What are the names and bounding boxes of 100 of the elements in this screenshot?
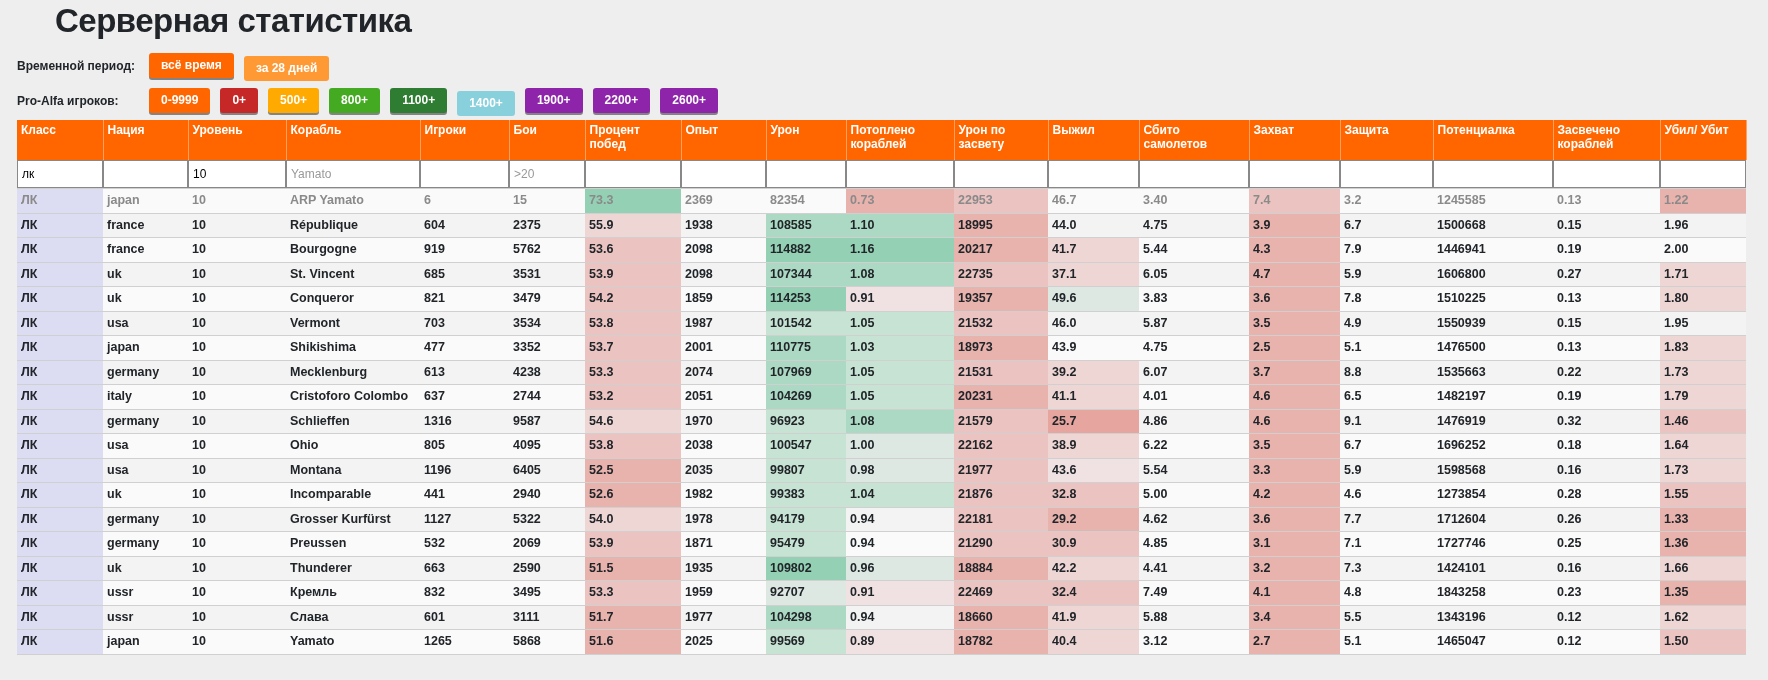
table-cell: 0.91 (846, 580, 954, 605)
table-cell: 6.07 (1139, 360, 1249, 385)
table-cell: 0.19 (1553, 237, 1660, 262)
table-cell: 0.98 (846, 458, 954, 483)
table-cell: Montana (286, 458, 420, 483)
table-cell: 0.94 (846, 507, 954, 532)
filter-button[interactable]: 1400+ (457, 91, 515, 116)
table-cell: 1.05 (846, 360, 954, 385)
table-cell: 685 (420, 262, 509, 287)
filter-input[interactable] (1660, 160, 1746, 188)
table-cell: 1.36 (1660, 531, 1746, 556)
table-cell: 1598568 (1433, 458, 1553, 483)
table-cell: 82354 (766, 188, 846, 213)
filter-input[interactable] (846, 160, 954, 188)
table-cell: 1696252 (1433, 433, 1553, 458)
column-header[interactable]: Нация (103, 120, 188, 160)
table-cell: 3111 (509, 605, 585, 630)
column-header[interactable]: Процент побед (585, 120, 681, 160)
filter-input[interactable] (1139, 160, 1249, 188)
filter-button[interactable]: 2600+ (660, 88, 718, 113)
column-header[interactable]: Защита (1340, 120, 1433, 160)
table-cell: 4.41 (1139, 556, 1249, 581)
filter-button[interactable]: 2200+ (592, 88, 651, 113)
table-cell: 8.8 (1340, 360, 1433, 385)
filter-input[interactable] (1048, 160, 1139, 188)
column-header[interactable]: Урон (766, 120, 846, 160)
table-cell: 73.3 (585, 188, 681, 213)
table-cell: uk (103, 482, 188, 507)
table-cell: 0.28 (1553, 482, 1660, 507)
table-cell: ЛК (17, 384, 103, 409)
column-header[interactable]: Убил/ Убит (1660, 120, 1746, 160)
table-cell: 51.6 (585, 629, 681, 654)
filter-input[interactable] (954, 160, 1048, 188)
table-cell: 53.9 (585, 531, 681, 556)
column-header[interactable]: Захват (1249, 120, 1340, 160)
filter-input[interactable] (103, 160, 188, 188)
filter-input[interactable]: Yamato (286, 160, 420, 188)
table-cell: 4.75 (1139, 213, 1249, 238)
table-cell: 10 (188, 335, 286, 360)
filter-button[interactable]: за 28 дней (243, 56, 330, 81)
table-cell: 0.73 (846, 188, 954, 213)
filter-input[interactable] (766, 160, 846, 188)
filter-input[interactable] (585, 160, 681, 188)
table-cell: 1.73 (1660, 458, 1746, 483)
table-cell: germany (103, 531, 188, 556)
filter-button[interactable]: 0-9999 (149, 88, 211, 113)
column-header[interactable]: Сбито самолетов (1139, 120, 1249, 160)
table-cell: 3.5 (1249, 311, 1340, 336)
table-cell: 10 (188, 360, 286, 385)
table-cell: ЛК (17, 311, 103, 336)
table-cell: 1843258 (1433, 580, 1553, 605)
table-cell: 2940 (509, 482, 585, 507)
filter-input[interactable]: 10 (188, 160, 286, 188)
table-cell: 2069 (509, 531, 585, 556)
table-cell: 96923 (766, 409, 846, 434)
table-cell: Preussen (286, 531, 420, 556)
filter-input[interactable] (1340, 160, 1433, 188)
filter-button[interactable]: 1100+ (390, 88, 448, 113)
filter-button[interactable]: 1900+ (524, 88, 583, 113)
filter-input[interactable] (1433, 160, 1553, 188)
table-cell: 10 (188, 531, 286, 556)
column-header[interactable]: Потоплено кораблей (846, 120, 954, 160)
table-cell: 22469 (954, 580, 1048, 605)
table-cell: 1273854 (1433, 482, 1553, 507)
table-cell: 1938 (681, 213, 766, 238)
column-header[interactable]: Уровень (188, 120, 286, 160)
column-header[interactable]: Опыт (681, 120, 766, 160)
filter-input[interactable] (1553, 160, 1660, 188)
column-header[interactable]: Урон по засвету (954, 120, 1048, 160)
table-cell: 100547 (766, 433, 846, 458)
filter-input[interactable] (681, 160, 766, 188)
table-cell: Incomparable (286, 482, 420, 507)
column-header[interactable]: Класс (17, 120, 103, 160)
table-cell: 10 (188, 458, 286, 483)
table-cell: 3.40 (1139, 188, 1249, 213)
table-cell: 41.1 (1048, 384, 1139, 409)
column-header[interactable]: Засвечено кораблей (1553, 120, 1660, 160)
table-cell: 10 (188, 384, 286, 409)
filter-button[interactable]: 0+ (220, 88, 259, 113)
filter-button[interactable]: всё время (149, 53, 234, 78)
column-header[interactable]: Бои (509, 120, 585, 160)
table-cell: 51.7 (585, 605, 681, 630)
table-cell: 1.71 (1660, 262, 1746, 287)
column-header[interactable]: Потенциалка (1433, 120, 1553, 160)
column-header[interactable]: Корабль (286, 120, 420, 160)
filter-input[interactable] (420, 160, 509, 188)
table-cell: ЛК (17, 433, 103, 458)
filter-button[interactable]: 800+ (329, 88, 381, 113)
table-cell: 6.7 (1340, 213, 1433, 238)
filter-input[interactable] (1249, 160, 1340, 188)
table-cell: 4.6 (1249, 384, 1340, 409)
column-header[interactable]: Выжил (1048, 120, 1139, 160)
table-cell: 5322 (509, 507, 585, 532)
filter-button[interactable]: 500+ (268, 88, 320, 113)
table-cell: 4.9 (1340, 311, 1433, 336)
column-header[interactable]: Игроки (420, 120, 509, 160)
filter-input[interactable]: лк (17, 160, 103, 188)
table-cell: 32.8 (1048, 482, 1139, 507)
table-cell: 1977 (681, 605, 766, 630)
filter-input[interactable]: >20 (509, 160, 585, 188)
